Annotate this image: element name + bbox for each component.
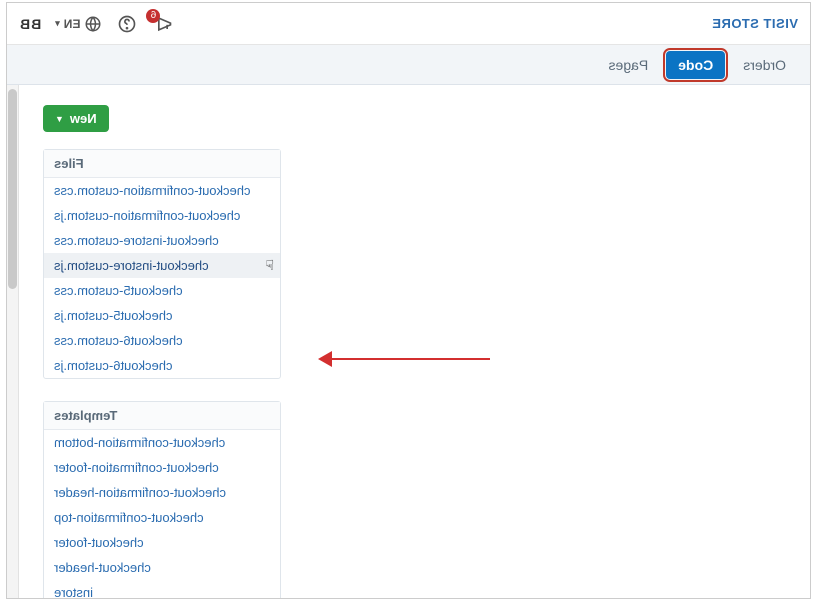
template-item[interactable]: instore [44, 580, 280, 598]
template-item[interactable]: checkout-footer [44, 530, 280, 555]
file-item[interactable]: checkout5-custom.js [44, 303, 280, 328]
templates-panel: Templates checkout-confirmation-bottomch… [43, 401, 281, 598]
file-item[interactable]: checkout6-custom.css [44, 328, 280, 353]
file-item[interactable]: checkout5-custom.css [44, 278, 280, 303]
visit-store-link[interactable]: VISIT STORE [712, 16, 798, 31]
tab-bar: Orders Code Pages [7, 45, 810, 85]
tab-code[interactable]: Code [666, 51, 725, 79]
announcement-icon[interactable]: 6 [152, 13, 174, 35]
template-item[interactable]: checkout-confirmation-footer [44, 455, 280, 480]
content-area: New ▼ Files checkout-confirmation-custom… [7, 85, 810, 598]
cursor-hand-icon: ☟ [265, 257, 274, 274]
language-selector[interactable]: EN ▾ [55, 15, 102, 33]
file-item[interactable]: checkout-confirmation-custom.js [44, 203, 280, 228]
template-item[interactable]: checkout-header [44, 555, 280, 580]
file-item[interactable]: checkout-instore-custom.js☟ [44, 253, 280, 278]
files-panel-title: Files [44, 150, 280, 178]
help-icon[interactable] [116, 13, 138, 35]
new-button[interactable]: New ▼ [43, 105, 109, 132]
files-panel: Files checkout-confirmation-custom.cssch… [43, 149, 281, 379]
scrollbar[interactable] [7, 85, 19, 598]
file-item[interactable]: checkout-confirmation-custom.css [44, 178, 280, 203]
template-item[interactable]: checkout-confirmation-header [44, 480, 280, 505]
notification-badge: 6 [146, 9, 160, 23]
templates-panel-title: Templates [44, 402, 280, 430]
globe-icon [84, 15, 102, 33]
tab-pages[interactable]: Pages [597, 51, 661, 79]
scrollbar-thumb[interactable] [8, 89, 17, 289]
template-item[interactable]: checkout-confirmation-top [44, 505, 280, 530]
template-item[interactable]: checkout-confirmation-bottom [44, 430, 280, 455]
chevron-down-icon: ▾ [55, 18, 60, 29]
new-button-label: New [70, 111, 97, 126]
files-list: checkout-confirmation-custom.csscheckout… [44, 178, 280, 378]
tab-orders[interactable]: Orders [731, 51, 798, 79]
language-label: EN [64, 17, 81, 31]
avatar[interactable]: BB [19, 16, 41, 32]
templates-list: checkout-confirmation-bottomcheckout-con… [44, 430, 280, 598]
file-item[interactable]: checkout-instore-custom.css [44, 228, 280, 253]
chevron-down-icon: ▼ [55, 114, 64, 124]
top-header: VISIT STORE 6 EN ▾ BB [7, 3, 810, 45]
file-item[interactable]: checkout6-custom.js [44, 353, 280, 378]
annotation-arrow [320, 351, 490, 367]
